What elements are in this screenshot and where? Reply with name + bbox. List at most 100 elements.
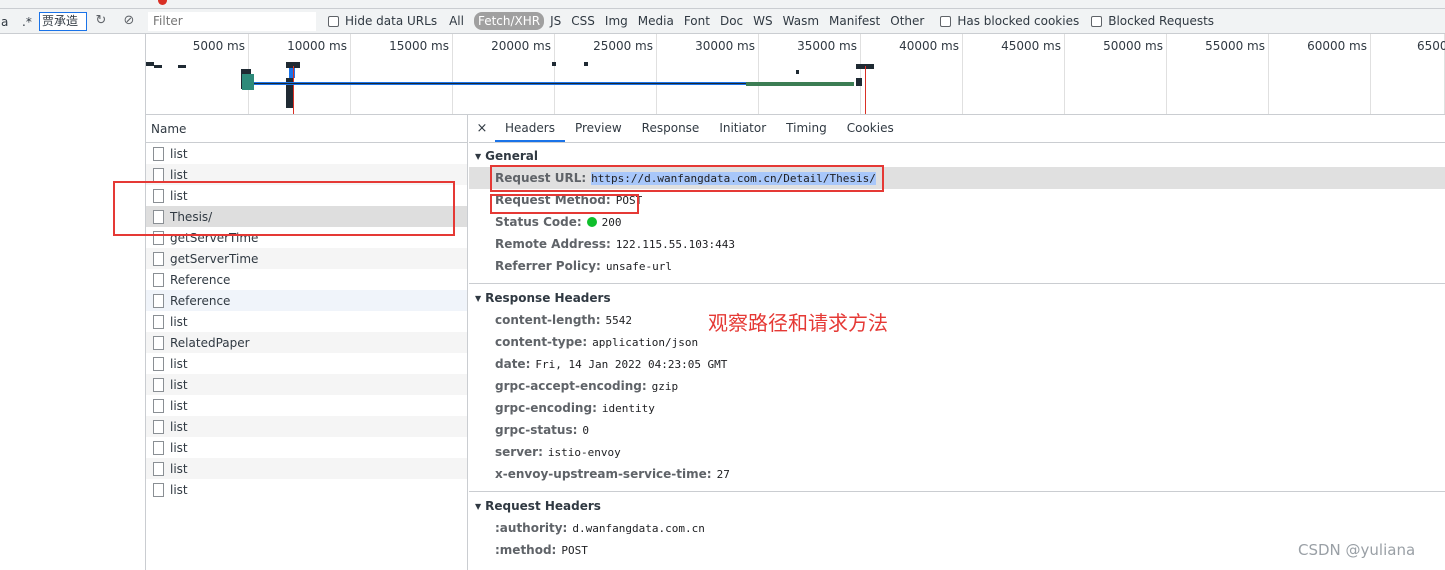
checkbox-icon — [940, 15, 952, 27]
request-row[interactable]: Reference — [146, 290, 467, 311]
header-row: content-type: application/json — [469, 331, 1445, 353]
type-manifest[interactable]: Manifest — [825, 12, 884, 30]
timeline-request-mark — [178, 65, 186, 68]
response-headers-title: Response Headers — [485, 291, 611, 305]
document-icon — [153, 146, 164, 161]
regex-toggle[interactable]: .* — [22, 15, 32, 29]
response-headers-toggle[interactable]: ▼ Response Headers — [469, 287, 1445, 309]
request-row[interactable]: Reference — [146, 269, 467, 290]
tab-response[interactable]: Response — [632, 115, 710, 142]
tab-headers[interactable]: Headers — [495, 115, 565, 142]
request-name: list — [170, 482, 188, 497]
request-name: list — [170, 377, 188, 392]
header-key: server: — [495, 445, 543, 459]
request-row[interactable]: list — [146, 143, 467, 164]
blocked-requests-checkbox[interactable]: Blocked Requests — [1091, 14, 1214, 28]
highlight-box-request-method — [490, 194, 639, 214]
general-section-toggle[interactable]: ▼ General — [469, 145, 1445, 167]
request-name: list — [170, 440, 188, 455]
timeline-request-mark — [796, 70, 799, 74]
type-ws[interactable]: WS — [749, 12, 776, 30]
timeline-request-mark — [289, 68, 295, 78]
header-key: date: — [495, 357, 531, 371]
header-value: POST — [561, 543, 588, 557]
highlight-box-thesis-request — [113, 181, 455, 236]
record-icon[interactable] — [158, 0, 167, 5]
network-overview-timeline[interactable]: 5000 ms 10000 ms 15000 ms 20000 ms 25000… — [146, 34, 1445, 115]
remote-address-row: Remote Address: 122.115.55.103:443 — [469, 233, 1445, 255]
header-value: 5542 — [605, 313, 633, 327]
request-name: list — [170, 419, 188, 434]
header-key: x-envoy-upstream-service-time: — [495, 467, 712, 481]
type-wasm[interactable]: Wasm — [779, 12, 823, 30]
document-icon — [153, 335, 164, 350]
header-value: 27 — [716, 467, 730, 481]
remote-address-key: Remote Address: — [495, 237, 611, 251]
document-icon — [153, 398, 164, 413]
timeline-request-mark — [856, 78, 862, 86]
timeline-request-mark — [552, 62, 556, 66]
request-row[interactable]: list — [146, 416, 467, 437]
header-row: date: Fri, 14 Jan 2022 04:23:05 GMT — [469, 353, 1445, 375]
request-headers-toggle[interactable]: ▼ Request Headers — [469, 495, 1445, 517]
has-blocked-cookies-checkbox[interactable]: Has blocked cookies — [940, 14, 1079, 28]
request-row[interactable]: getServerTime — [146, 248, 467, 269]
header-row: x-envoy-upstream-service-time: 27 — [469, 463, 1445, 485]
hide-data-urls-label: Hide data URLs — [345, 14, 438, 28]
filter-input[interactable] — [148, 11, 316, 31]
type-all[interactable]: All — [445, 12, 468, 30]
top-toolbar-strip — [0, 0, 1445, 9]
remote-address-value: 122.115.55.103:443 — [615, 237, 736, 251]
status-code-value: 200 — [601, 215, 622, 229]
request-row[interactable]: list — [146, 437, 467, 458]
request-name: list — [170, 146, 188, 161]
tab-timing[interactable]: Timing — [776, 115, 837, 142]
clear-icon[interactable]: ⊘ — [121, 13, 137, 29]
hide-data-urls-checkbox[interactable]: Hide data URLs — [328, 14, 437, 28]
triangle-down-icon: ▼ — [475, 501, 482, 511]
header-row: content-length: 5542 — [469, 309, 1445, 331]
refresh-icon[interactable]: ↻ — [93, 13, 109, 29]
header-key: grpc-encoding: — [495, 401, 597, 415]
request-row[interactable]: list — [146, 311, 467, 332]
request-row[interactable]: list — [146, 374, 467, 395]
type-js[interactable]: JS — [546, 12, 565, 30]
request-name: Reference — [170, 293, 231, 308]
response-header-rows: content-length: 5542 content-type: applicat… — [469, 309, 1445, 485]
referrer-policy-value: unsafe-url — [605, 259, 673, 273]
request-row[interactable]: list — [146, 458, 467, 479]
document-icon — [153, 419, 164, 434]
header-value: application/json — [592, 335, 699, 349]
request-name: RelatedPaper — [170, 335, 250, 350]
document-icon — [153, 251, 164, 266]
document-icon — [153, 272, 164, 287]
request-row[interactable]: list — [146, 395, 467, 416]
annotation-text: 观察路径和请求方法 — [708, 311, 888, 335]
type-media[interactable]: Media — [634, 12, 678, 30]
search-input[interactable]: 贾承造 — [39, 12, 87, 31]
header-key: grpc-status: — [495, 423, 578, 437]
header-key: grpc-accept-encoding: — [495, 379, 647, 393]
status-code-row: Status Code: 200 — [469, 211, 1445, 233]
name-column-header[interactable]: Name — [146, 115, 467, 143]
type-img[interactable]: Img — [601, 12, 632, 30]
network-filter-bar: Hide data URLs All Fetch/XHR JS CSS Img … — [146, 9, 1445, 34]
header-value: istio-envoy — [547, 445, 621, 459]
request-name: list — [170, 356, 188, 371]
request-row[interactable]: list — [146, 353, 467, 374]
tab-preview[interactable]: Preview — [565, 115, 632, 142]
type-fetch-xhr[interactable]: Fetch/XHR — [473, 12, 545, 30]
tab-cookies[interactable]: Cookies — [837, 115, 904, 142]
tab-initiator[interactable]: Initiator — [709, 115, 776, 142]
request-row[interactable]: list — [146, 479, 467, 500]
timeline-request-mark — [242, 74, 254, 90]
timeline-request-mark — [746, 82, 854, 86]
close-icon[interactable]: × — [469, 115, 495, 142]
type-doc[interactable]: Doc — [716, 12, 747, 30]
search-pane: a .* 贾承造 ↻ ⊘ — [0, 9, 146, 570]
request-row[interactable]: RelatedPaper — [146, 332, 467, 353]
type-css[interactable]: CSS — [567, 12, 599, 30]
header-value: identity — [601, 401, 655, 415]
type-font[interactable]: Font — [680, 12, 714, 30]
type-other[interactable]: Other — [886, 12, 928, 30]
